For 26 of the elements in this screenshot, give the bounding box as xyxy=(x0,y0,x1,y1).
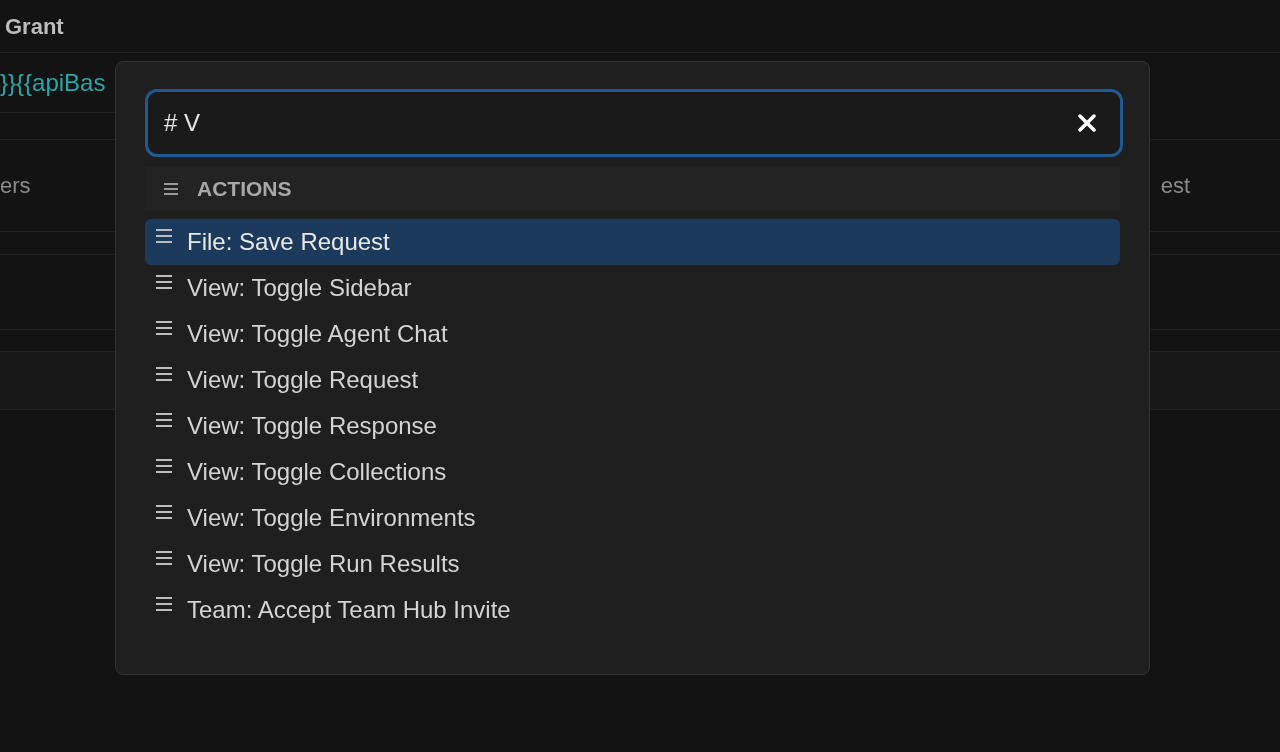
close-icon[interactable] xyxy=(1078,114,1096,132)
command-item[interactable]: View: Toggle Agent Chat xyxy=(145,311,1120,357)
search-field[interactable]: # V xyxy=(145,89,1123,157)
command-item[interactable]: Team: Accept Team Hub Invite xyxy=(145,587,1120,633)
command-item[interactable]: View: Toggle Request xyxy=(145,357,1120,403)
menu-icon xyxy=(155,228,173,244)
menu-icon xyxy=(155,504,173,520)
menu-icon xyxy=(163,182,179,196)
command-item[interactable]: File: Save Request xyxy=(145,219,1120,265)
menu-icon xyxy=(155,366,173,382)
menu-icon xyxy=(155,458,173,474)
tab-label[interactable]: est xyxy=(1160,169,1190,202)
menu-icon xyxy=(155,412,173,428)
command-item[interactable]: View: Toggle Response xyxy=(145,403,1120,449)
menu-icon xyxy=(155,320,173,336)
url-text: }}{{apiBas xyxy=(0,67,106,98)
menu-icon xyxy=(155,550,173,566)
command-item[interactable]: View: Toggle Sidebar xyxy=(145,265,1120,311)
command-item[interactable]: View: Toggle Run Results xyxy=(145,541,1120,587)
section-title: ACTIONS xyxy=(197,176,292,203)
menu-icon xyxy=(155,596,173,612)
tab-label[interactable]: ers xyxy=(0,169,31,202)
command-item[interactable]: View: Toggle Collections xyxy=(145,449,1120,495)
command-item[interactable]: View: Toggle Environments xyxy=(145,495,1120,541)
tab-label[interactable]: Grant xyxy=(5,9,64,43)
menu-icon xyxy=(155,274,173,290)
